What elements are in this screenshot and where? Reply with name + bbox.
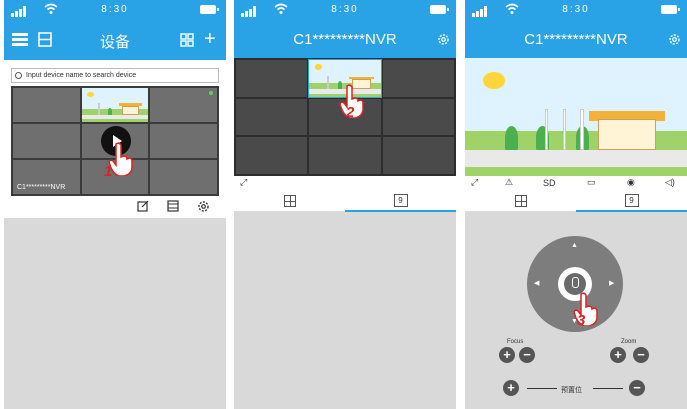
edit-icon[interactable] [137,200,149,212]
video-cell[interactable] [236,60,308,97]
grid-cell[interactable]: C1*********NVR [13,160,80,194]
status-time: 8:30 [562,4,590,15]
app-header: C1*********NVR [234,20,456,60]
focus-in-button[interactable]: + [499,347,515,363]
tutorial-stage: 8:30 设备 + Input device name to search de… [0,0,687,409]
status-bar: 8:30 [4,0,226,20]
video-cell[interactable] [236,137,308,174]
preset-remove-button[interactable]: − [629,380,645,396]
battery-icon [430,5,449,14]
settings-icon[interactable] [197,200,210,213]
settings-icon[interactable] [437,33,450,46]
status-time: 8:30 [101,4,129,15]
grid-icon [283,195,296,207]
tab-nine-view[interactable]: 9 [576,190,687,212]
view-toolbar: ⤢ [234,176,456,190]
quality-toggle[interactable]: SD [543,178,556,188]
video-cell[interactable] [236,98,308,136]
app-header: 设备 + [4,20,226,60]
zoom-label: Zoom [621,339,637,345]
zoom-in-button[interactable]: + [610,347,626,363]
online-indicator [208,91,213,95]
grid-cell[interactable] [150,124,217,158]
page-title: C1*********NVR [524,31,628,48]
video-cell[interactable] [309,137,381,174]
video-cell[interactable] [382,137,454,174]
device-label: C1*********NVR [17,184,66,191]
layout-tabs: 9 [465,190,687,212]
phone-screen-device-list: 8:30 设备 + Input device name to search de… [4,0,226,409]
ptz-right-arrow[interactable]: ▶ [609,279,614,287]
grid-cell[interactable] [13,124,80,158]
grid-cell[interactable] [13,88,80,122]
live-video[interactable] [465,58,687,176]
fullscreen-icon[interactable]: ⤢ [471,177,478,188]
app-header: C1*********NVR [465,20,687,60]
film-icon[interactable] [167,200,179,212]
grid-icon[interactable] [180,33,194,47]
phone-screen-live-ptz: 8:30 C1*********NVR ⤢ ⚠ SD ▭ ◉ ◁) 9 ▲ ▼ … [465,0,687,409]
battery-icon [661,5,680,14]
alarm-icon[interactable]: ⚠ [505,177,513,188]
page-title: C1*********NVR [293,31,397,48]
ptz-left-arrow[interactable]: ◀ [534,279,539,287]
grid-cell[interactable] [150,160,217,194]
status-bar: 8:30 [465,0,687,20]
status-time: 8:30 [331,4,359,15]
zoom-out-button[interactable]: − [633,347,649,363]
step-number: 1 [104,163,113,180]
speaker-icon[interactable]: ◁) [665,177,675,188]
phone-screen-multiview: 8:30 C1*********NVR 2 ⤢ 9 [234,0,456,409]
tab-single-view[interactable] [465,190,576,212]
layout-tabs: 9 [234,190,456,212]
step-number: 2 [346,104,355,121]
camera-feed [465,58,687,176]
grid-icon [514,195,527,207]
fullscreen-icon[interactable]: ⤢ [240,177,247,188]
focus-label: Focus [507,339,524,345]
snapshot-icon[interactable]: ◉ [627,177,635,188]
camera-thumbnail [81,88,149,122]
tab-count: 9 [393,194,408,207]
tab-single-view[interactable] [234,190,345,212]
divider [593,388,623,389]
video-cell[interactable] [382,60,454,97]
tab-nine-view[interactable]: 9 [345,190,456,212]
battery-icon [200,5,219,14]
tab-count: 9 [624,194,639,207]
device-toolbar [4,196,226,218]
ptz-up-arrow[interactable]: ▲ [571,242,578,249]
divider [527,388,557,389]
grid-cell-live[interactable] [81,88,149,122]
record-icon[interactable]: ▭ [587,177,596,188]
add-icon[interactable]: + [204,28,216,51]
search-input[interactable]: Input device name to search device [11,68,219,83]
settings-icon[interactable] [668,33,681,46]
step-number: 3 [577,312,586,329]
preset-add-button[interactable]: + [503,380,519,396]
live-toolbar: ⤢ ⚠ SD ▭ ◉ ◁) [465,176,687,190]
preset-label: 预置位 [561,387,582,394]
search-placeholder: Input device name to search device [26,72,137,79]
focus-out-button[interactable]: − [519,347,535,363]
search-icon [15,72,22,79]
status-bar: 8:30 [234,0,456,20]
video-cell[interactable] [382,98,454,136]
grid-cell[interactable] [150,88,217,122]
